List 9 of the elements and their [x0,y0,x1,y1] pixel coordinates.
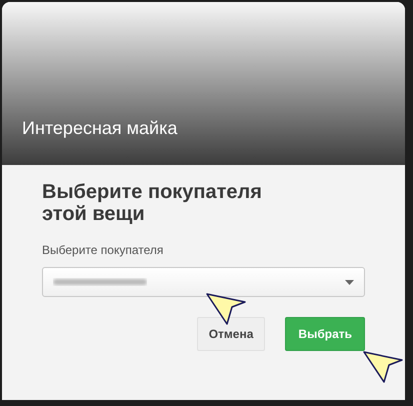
caret-icon [345,280,354,284]
pointer-icon [205,292,247,326]
field-label: Выберите покупателя [42,243,164,257]
cancel-button[interactable]: Отмена [196,317,266,351]
dialog-heading: Выберите покупателя этой вещи [42,181,263,225]
pointer-icon [362,350,404,384]
buyer-select[interactable] [42,267,365,297]
dialog-title: Интересная майка [22,118,178,139]
blurred-value-icon [53,278,147,286]
